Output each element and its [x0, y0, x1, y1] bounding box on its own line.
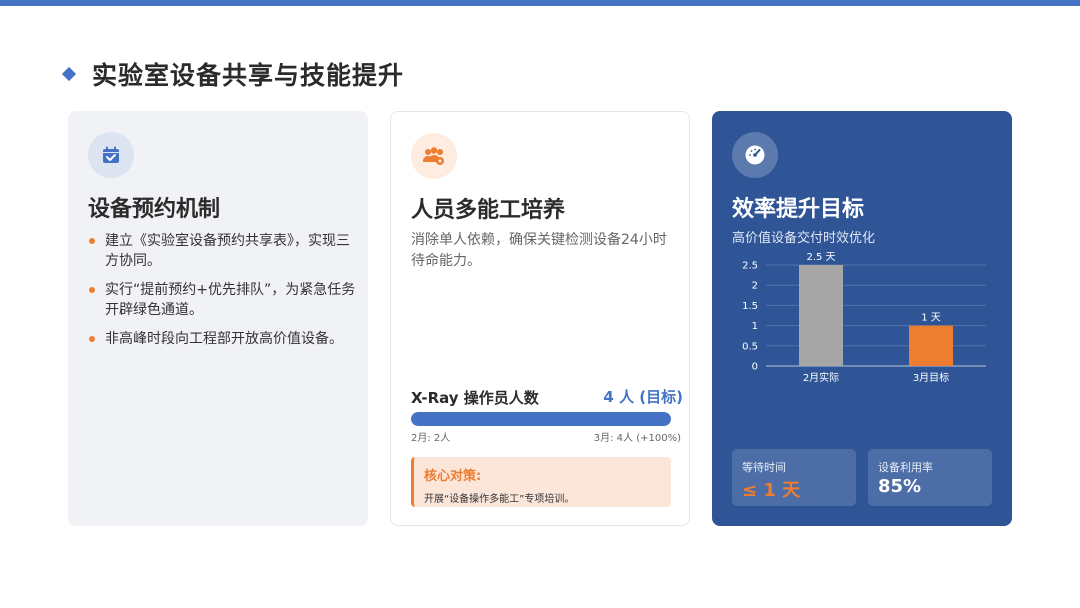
progress-fill [411, 412, 671, 426]
core-strategy-box: 核心对策: 开展“设备操作多能工”专项培训。 [411, 457, 671, 507]
x-tick-label: 2月实际 [803, 371, 839, 384]
operator-count-label: X-Ray 操作员人数 [411, 389, 539, 407]
calendar-check-icon [88, 132, 134, 178]
page-title: 实验室设备共享与技能提升 [92, 61, 405, 90]
stat-value: 85% [878, 476, 922, 497]
y-tick-label: 0.5 [742, 341, 758, 352]
stat-wait-time: 等待时间 ≤ 1 天 [732, 449, 856, 506]
operator-progress-bar [411, 412, 671, 426]
card-booking-mechanism: 设备预约机制 建立《实验室设备预约共享表》，实现三方协同。 实行“提前预约+优先… [68, 111, 368, 526]
card-heading: 设备预约机制 [88, 197, 221, 222]
data-label: 1 天 [921, 313, 941, 324]
stat-value: ≤ 1 天 [742, 480, 801, 501]
bullet-item: 非高峰时段向工程部开放高价值设备。 [88, 329, 360, 349]
card-efficiency-target: 效率提升目标 高价值设备交付时效优化 0 0.5 1 1.5 2 2.5 2.5 天 2月实际… [712, 111, 1012, 526]
bullet-list: 建立《实验室设备预约共享表》，实现三方协同。 实行“提前预约+优先排队”，为紧急… [88, 231, 360, 358]
page-header: 实验室设备共享与技能提升 [61, 56, 405, 92]
users-gear-icon [411, 133, 457, 179]
top-accent-bar [0, 0, 1080, 6]
card-multi-skill-training: 人员多能工培养 消除单人依赖，确保关键检测设备24小时待命能力。 X-Ray 操… [390, 111, 690, 526]
strategy-title: 核心对策: [424, 469, 482, 484]
bar [909, 325, 953, 366]
diamond-bullet-icon [61, 66, 77, 82]
progress-end-label: 3月: 4人 (+100%) [593, 433, 681, 444]
card-heading: 效率提升目标 [732, 197, 865, 222]
bullet-item: 建立《实验室设备预约共享表》，实现三方协同。 [88, 231, 360, 271]
stat-label: 等待时间 [742, 461, 786, 474]
y-tick-label: 2.5 [742, 261, 758, 272]
card-description: 消除单人依赖，确保关键检测设备24小时待命能力。 [411, 232, 667, 269]
operator-count-value: 4 人 (目标) [603, 388, 683, 406]
strategy-text: 开展“设备操作多能工”专项培训。 [424, 494, 575, 505]
bullet-item: 实行“提前预约+优先排队”，为紧急任务开辟绿色通道。 [88, 280, 360, 320]
y-tick-label: 2 [752, 281, 758, 292]
x-tick-label: 3月目标 [913, 372, 949, 384]
card-heading: 人员多能工培养 [411, 198, 566, 223]
stat-utilization: 设备利用率 85% [868, 449, 992, 506]
gauge-icon [732, 132, 778, 178]
progress-start-label: 2月: 2人 [411, 433, 451, 444]
bar [799, 265, 843, 366]
card-subtitle: 高价值设备交付时效优化 [732, 231, 876, 246]
delivery-time-bar-chart: 0 0.5 1 1.5 2 2.5 2.5 天 2月实际 1 天 3月目标 [742, 252, 986, 384]
data-label: 2.5 天 [806, 252, 835, 263]
stat-label: 设备利用率 [878, 461, 933, 474]
y-tick-label: 1.5 [742, 301, 758, 312]
y-tick-label: 1 [752, 321, 758, 332]
y-tick-label: 0 [752, 362, 758, 373]
